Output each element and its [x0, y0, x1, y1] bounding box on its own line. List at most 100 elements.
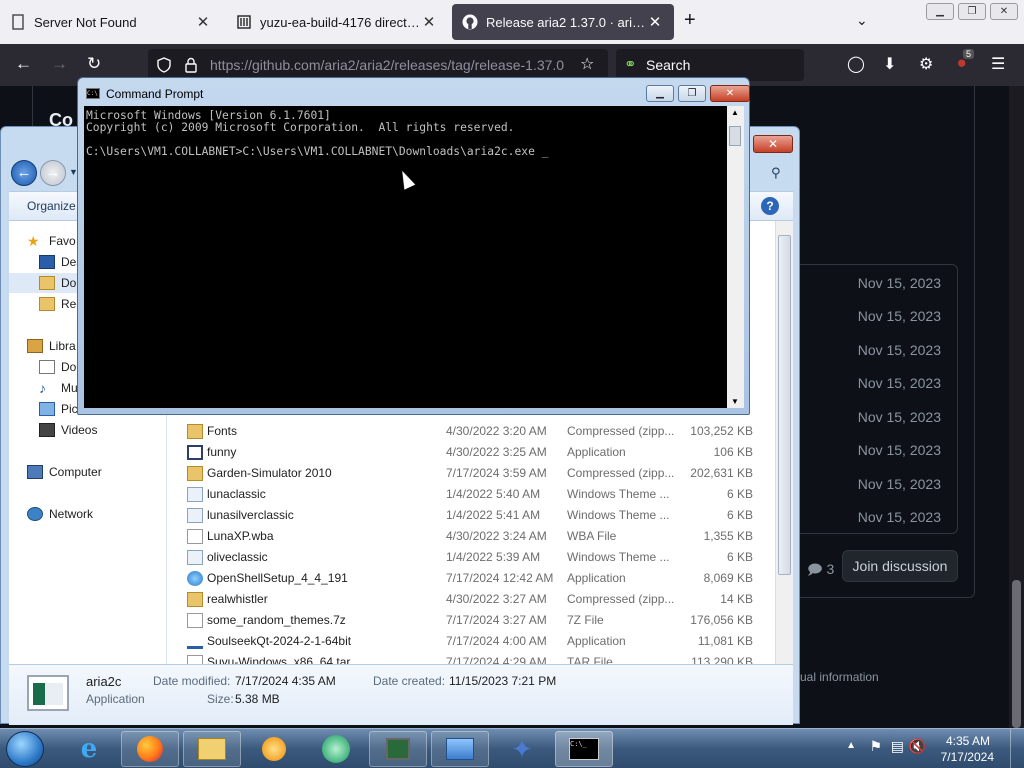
file-row[interactable]: SoulseekQt-2024-2-1-64bit 7/17/2024 4:00… [167, 631, 775, 652]
tab-server-not-found[interactable]: Server Not Found ✕ [0, 4, 222, 40]
media-player-icon[interactable] [245, 731, 303, 767]
downloads-folder-icon [39, 276, 55, 290]
network-status-icon[interactable]: ▤ [891, 738, 904, 755]
file-row[interactable]: Garden-Simulator 2010 7/17/2024 3:59 AM … [167, 463, 775, 484]
lock-icon[interactable] [184, 57, 198, 73]
shield-icon[interactable] [156, 57, 172, 73]
file-row[interactable]: Fonts 4/30/2022 3:20 AM Compressed (zipp… [167, 421, 775, 442]
file-row[interactable]: Suyu-Windows_x86_64.tar 7/17/2024 4:29 A… [167, 652, 775, 664]
scrollbar-thumb[interactable] [729, 126, 741, 146]
show-hidden-icons-icon[interactable]: ▲ [846, 740, 856, 751]
close-tab-icon[interactable]: ✕ [420, 13, 438, 31]
start-button[interactable] [6, 731, 44, 767]
size-value: 5.38 MB [235, 692, 280, 706]
reload-icon[interactable]: ↻ [87, 54, 101, 74]
nav-network[interactable]: Network [27, 504, 93, 524]
file-name: Fonts [207, 424, 238, 438]
explorer-close-button[interactable]: ✕ [753, 135, 793, 153]
close-button[interactable]: ✕ [710, 85, 750, 102]
nav-pictures[interactable]: Pic [39, 399, 78, 419]
cmd-icon[interactable]: C:\_ [555, 731, 613, 767]
nav-favorites[interactable]: ★ Favo [27, 231, 76, 251]
asset-date: Nov 15, 2023 [857, 375, 941, 391]
close-tab-icon[interactable]: ✕ [194, 13, 212, 31]
tab-aria2-release[interactable]: Release aria2 1.37.0 · aria2/aria2 ✕ [452, 4, 674, 40]
tab-yuzu-directory[interactable]: yuzu-ea-build-4176 directory li ✕ [226, 4, 448, 40]
scroll-down-icon[interactable]: ▼ [731, 397, 739, 406]
nav-music[interactable]: ♪ Mu [39, 378, 78, 398]
pocket-icon[interactable]: ◯ [847, 54, 865, 74]
minimize-button[interactable]: ▁ [646, 85, 674, 102]
forward-icon[interactable]: → [40, 160, 66, 186]
selected-file-kind: Application [86, 692, 145, 706]
file-name: Suyu-Windows_x86_64.tar [207, 655, 351, 664]
bookmark-star-icon[interactable]: ☆ [580, 54, 594, 74]
minimize-button[interactable]: ▁ [926, 3, 954, 20]
action-center-flag-icon[interactable]: ⚑ [869, 738, 882, 755]
control-panel-icon[interactable] [431, 731, 489, 767]
download-icon[interactable]: ⬇ [883, 54, 896, 74]
new-tab-icon[interactable]: + [684, 9, 696, 32]
nav-libraries[interactable]: Libra [27, 336, 76, 356]
close-window-button[interactable]: ✕ [990, 3, 1018, 20]
ie-icon[interactable]: e [60, 731, 118, 767]
search-icon[interactable]: ⚲ [771, 165, 781, 181]
join-discussion-button[interactable]: Join discussion [842, 550, 958, 582]
close-tab-icon[interactable]: ✕ [646, 13, 664, 31]
file-row[interactable]: lunaclassic 1/4/2022 5:40 AM Windows The… [167, 484, 775, 505]
videos-icon [39, 423, 55, 437]
scrollbar-thumb[interactable] [1012, 580, 1021, 728]
folder-icon[interactable] [183, 731, 241, 767]
documents-icon [39, 360, 55, 374]
libraries-icon [27, 339, 43, 353]
scrollbar-thumb[interactable] [778, 235, 791, 575]
clock-time[interactable]: 4:35 AM [946, 734, 990, 748]
nav-recent-places[interactable]: Rec [39, 294, 82, 314]
file-row[interactable]: LunaXP.wba 4/30/2022 3:24 AM WBA File 1,… [167, 526, 775, 547]
show-desktop-button[interactable] [1010, 729, 1024, 768]
file-row[interactable]: funny 4/30/2022 3:25 AM Application 106 … [167, 442, 775, 463]
file-date: 7/17/2024 12:42 AM [446, 571, 554, 585]
back-icon[interactable]: ← [11, 160, 37, 186]
menu-icon[interactable]: ☰ [991, 54, 1005, 74]
file-row[interactable]: oliveclassic 1/4/2022 5:39 AM Windows Th… [167, 547, 775, 568]
file-date: 4/30/2022 3:24 AM [446, 529, 547, 543]
help-icon[interactable]: ? [761, 197, 779, 215]
clock-date[interactable]: 7/17/2024 [941, 750, 994, 764]
organize-button[interactable]: Organize [27, 199, 76, 213]
scroll-up-icon[interactable]: ▲ [731, 108, 739, 117]
console-output[interactable]: Microsoft Windows [Version 6.1.7601] Copy… [84, 106, 727, 408]
bird-icon[interactable]: ✦ [493, 731, 551, 767]
zip-folder-icon [187, 424, 203, 439]
file-row[interactable]: OpenShellSetup_4_4_191 7/17/2024 12:42 A… [167, 568, 775, 589]
maximize-button[interactable]: ❐ [678, 85, 706, 102]
nav-computer[interactable]: Computer [27, 462, 102, 482]
file-list-scrollbar[interactable] [775, 221, 793, 664]
nav-label: Pic [61, 402, 78, 416]
nav-documents[interactable]: Do [39, 357, 76, 377]
forward-icon[interactable]: → [51, 54, 68, 74]
asset-date: Nov 15, 2023 [857, 342, 941, 358]
nav-videos[interactable]: Videos [39, 420, 97, 440]
volume-muted-icon[interactable]: 🔇 [909, 738, 926, 755]
archive-icon [237, 15, 251, 29]
console-scrollbar[interactable]: ▲ ▼ [727, 106, 744, 408]
file-row[interactable]: realwhistler 4/30/2022 3:27 AM Compresse… [167, 589, 775, 610]
file-row[interactable]: some_random_themes.7z 7/17/2024 3:27 AM … [167, 610, 775, 631]
nav-label: Videos [61, 423, 98, 437]
page-scrollbar[interactable] [1009, 86, 1024, 728]
nav-label: Do [61, 360, 77, 374]
chevron-down-icon[interactable]: ⌄ [856, 12, 868, 29]
firefox-icon[interactable] [121, 731, 179, 767]
maximize-button[interactable]: ❐ [958, 3, 986, 20]
zip-folder-icon [187, 592, 203, 607]
globe-arrow-icon[interactable] [307, 731, 365, 767]
extensions-icon[interactable]: ⚙ [919, 54, 933, 74]
file-row[interactable]: lunasilverclassic 1/4/2022 5:41 AM Windo… [167, 505, 775, 526]
comments-count[interactable]: 🗩 3 [807, 559, 834, 583]
back-icon[interactable]: ← [15, 54, 32, 74]
nav-desktop[interactable]: Des [39, 252, 82, 272]
file-size: 103,252 KB [690, 424, 753, 438]
system-tool-icon[interactable] [369, 731, 427, 767]
nav-label: Computer [49, 465, 102, 479]
